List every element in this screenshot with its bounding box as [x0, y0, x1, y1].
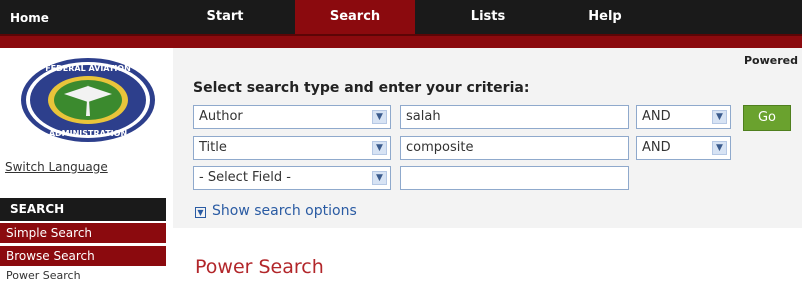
svg-text:ADMINISTRATION: ADMINISTRATION — [49, 129, 127, 138]
chevron-down-icon: ▼ — [712, 110, 727, 124]
chevron-down-icon: ▼ — [372, 171, 387, 185]
left-sidebar: FEDERAL AVIATION ADMINISTRATION Switch L… — [0, 48, 173, 283]
sidebar-item-browse-search[interactable]: Browse Search — [0, 246, 166, 266]
field-select-2-value: Title — [199, 140, 227, 155]
search-term-input-3[interactable] — [400, 166, 629, 190]
operator-select-2[interactable]: AND ▼ — [636, 136, 731, 160]
page-title: Power Search — [195, 256, 324, 278]
main-content: Powered Select search type and enter you… — [173, 48, 802, 280]
top-navigation: Home Start Search Lists Help — [0, 0, 802, 34]
search-heading: Select search type and enter your criter… — [193, 80, 530, 96]
sidebar-item-power-search[interactable]: Power Search — [0, 269, 166, 283]
chevron-down-icon: ▼ — [372, 110, 387, 124]
nav-help[interactable]: Help — [565, 0, 645, 34]
go-button[interactable]: Go — [743, 105, 791, 131]
faa-seal-logo: FEDERAL AVIATION ADMINISTRATION — [21, 58, 155, 142]
field-select-3-value: - Select Field - — [199, 170, 291, 185]
show-search-options-label: Show search options — [212, 203, 357, 219]
field-select-3[interactable]: - Select Field - ▼ — [193, 166, 391, 190]
nav-home[interactable]: Home — [10, 0, 90, 34]
sidebar-section-header: SEARCH — [0, 198, 166, 221]
operator-select-1[interactable]: AND ▼ — [636, 105, 731, 129]
chevron-down-icon: ▼ — [372, 141, 387, 155]
sidebar-item-simple-search[interactable]: Simple Search — [0, 223, 166, 243]
field-select-2[interactable]: Title ▼ — [193, 136, 391, 160]
show-search-options-toggle[interactable]: ▼ Show search options — [195, 203, 357, 219]
search-term-input-2[interactable]: composite — [400, 136, 629, 160]
field-select-1-value: Author — [199, 109, 243, 124]
search-criteria-panel: Powered Select search type and enter you… — [173, 48, 802, 228]
svg-text:FEDERAL AVIATION: FEDERAL AVIATION — [45, 64, 131, 73]
powered-by-text: Powered — [743, 54, 798, 67]
expand-toggle-icon: ▼ — [195, 207, 206, 218]
nav-search-active[interactable]: Search — [295, 0, 415, 34]
operator-select-2-value: AND — [642, 140, 671, 155]
nav-underline-bar — [0, 34, 802, 48]
switch-language-link[interactable]: Switch Language — [5, 160, 108, 174]
nav-divider — [0, 34, 802, 36]
field-select-1[interactable]: Author ▼ — [193, 105, 391, 129]
operator-select-1-value: AND — [642, 109, 671, 124]
search-term-input-1[interactable]: salah — [400, 105, 629, 129]
chevron-down-icon: ▼ — [712, 141, 727, 155]
nav-start[interactable]: Start — [185, 0, 265, 34]
nav-lists[interactable]: Lists — [448, 0, 528, 34]
